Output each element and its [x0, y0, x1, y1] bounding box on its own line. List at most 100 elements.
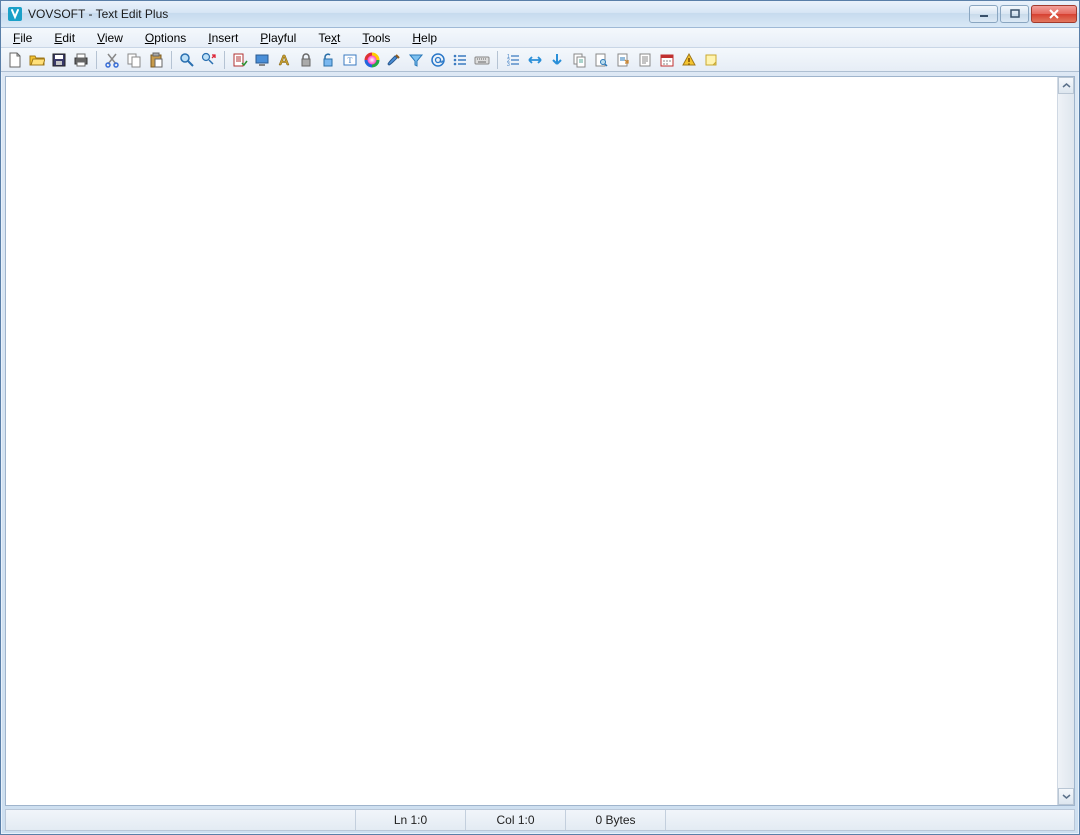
note-icon: [703, 52, 719, 68]
save-button[interactable]: [49, 50, 69, 70]
calendar-button[interactable]: [657, 50, 677, 70]
lock-button[interactable]: [296, 50, 316, 70]
page-text-icon: [637, 52, 653, 68]
down-arrow-icon: [549, 52, 565, 68]
maximize-button[interactable]: [1000, 5, 1029, 23]
open-icon: [29, 52, 45, 68]
menu-file-ul: F: [13, 31, 20, 45]
toolbar: T 123: [1, 48, 1079, 72]
page-find-icon: [593, 52, 609, 68]
replace-icon: [201, 52, 217, 68]
email-button[interactable]: [428, 50, 448, 70]
find-button[interactable]: [177, 50, 197, 70]
keyboard-icon: [474, 52, 490, 68]
status-pane-message: [6, 810, 356, 830]
cut-button[interactable]: [102, 50, 122, 70]
font-icon: [276, 52, 292, 68]
menu-view-ul: V: [97, 31, 105, 45]
cut-icon: [104, 52, 120, 68]
page-replace-icon: [615, 52, 631, 68]
numbered-list-button[interactable]: 123: [503, 50, 523, 70]
menu-bar: File Edit View Options Insert Playful Te…: [1, 28, 1079, 48]
keyboard-button[interactable]: [472, 50, 492, 70]
menu-text[interactable]: Text: [308, 28, 352, 47]
minimize-button[interactable]: [969, 5, 998, 23]
menu-edit-ul: E: [54, 31, 62, 45]
status-pane-blank: [666, 810, 1074, 830]
menu-view[interactable]: View: [87, 28, 135, 47]
warning-button[interactable]: [679, 50, 699, 70]
scroll-up-button[interactable]: [1058, 77, 1074, 94]
menu-playful-ul: P: [260, 31, 268, 45]
toolbar-separator: [96, 51, 97, 69]
window-controls: [969, 5, 1077, 23]
swap-button[interactable]: [525, 50, 545, 70]
paste-button[interactable]: [146, 50, 166, 70]
vertical-scrollbar[interactable]: [1057, 77, 1074, 805]
new-file-icon: [7, 52, 23, 68]
text-editor[interactable]: [6, 77, 1057, 805]
status-bar: Ln 1:0 Col 1:0 0 Bytes: [5, 809, 1075, 831]
title-bar[interactable]: VOVSOFT - Text Edit Plus: [1, 1, 1079, 28]
copy-button[interactable]: [124, 50, 144, 70]
app-icon: [7, 6, 23, 22]
page-copy-icon: [571, 52, 587, 68]
toolbar-separator: [224, 51, 225, 69]
status-pane-col: Col 1:0: [466, 810, 566, 830]
svg-text:T: T: [348, 56, 353, 65]
menu-tools[interactable]: Tools: [352, 28, 402, 47]
scroll-track[interactable]: [1058, 94, 1074, 788]
window-title: VOVSOFT - Text Edit Plus: [28, 7, 969, 21]
textbox-button[interactable]: T: [340, 50, 360, 70]
menu-edit[interactable]: Edit: [44, 28, 87, 47]
page-text-button[interactable]: [635, 50, 655, 70]
note-button[interactable]: [701, 50, 721, 70]
spellcheck-button[interactable]: [230, 50, 250, 70]
warning-icon: [681, 52, 697, 68]
toolbar-separator: [497, 51, 498, 69]
new-button[interactable]: [5, 50, 25, 70]
open-button[interactable]: [27, 50, 47, 70]
copy-icon: [126, 52, 142, 68]
font-button[interactable]: [274, 50, 294, 70]
list-icon: [452, 52, 468, 68]
brush-icon: [386, 52, 402, 68]
sort-down-button[interactable]: [547, 50, 567, 70]
highlight-button[interactable]: [384, 50, 404, 70]
left-right-arrow-icon: [527, 52, 543, 68]
bullet-list-button[interactable]: [450, 50, 470, 70]
page-copy-button[interactable]: [569, 50, 589, 70]
menu-tools-ul: T: [362, 31, 368, 45]
lock-icon: [298, 52, 314, 68]
color-button[interactable]: [362, 50, 382, 70]
close-button[interactable]: [1031, 5, 1077, 23]
filter-button[interactable]: [406, 50, 426, 70]
fullscreen-button[interactable]: [252, 50, 272, 70]
menu-insert[interactable]: Insert: [198, 28, 250, 47]
toolbar-separator: [171, 51, 172, 69]
page-replace-button[interactable]: [613, 50, 633, 70]
menu-playful[interactable]: Playful: [250, 28, 308, 47]
page-find-button[interactable]: [591, 50, 611, 70]
app-window: VOVSOFT - Text Edit Plus File Edit View …: [0, 0, 1080, 835]
find-icon: [179, 52, 195, 68]
spellcheck-icon: [232, 52, 248, 68]
scroll-down-button[interactable]: [1058, 788, 1074, 805]
status-pane-bytes: 0 Bytes: [566, 810, 666, 830]
computer-icon: [254, 52, 270, 68]
filter-icon: [408, 52, 424, 68]
unlock-button[interactable]: [318, 50, 338, 70]
menu-file[interactable]: File: [3, 28, 44, 47]
unlock-icon: [320, 52, 336, 68]
menu-options-ul: O: [145, 31, 154, 45]
numbered-list-icon: 123: [505, 52, 521, 68]
replace-button[interactable]: [199, 50, 219, 70]
editor-container: [5, 76, 1075, 806]
print-button[interactable]: [71, 50, 91, 70]
at-sign-icon: [430, 52, 446, 68]
menu-options[interactable]: Options: [135, 28, 198, 47]
paste-icon: [148, 52, 164, 68]
menu-help[interactable]: Help: [402, 28, 449, 47]
calendar-icon: [659, 52, 675, 68]
svg-text:3: 3: [507, 62, 510, 68]
